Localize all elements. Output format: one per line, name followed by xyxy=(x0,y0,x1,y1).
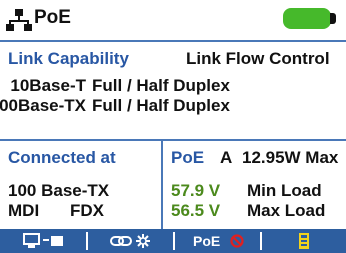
poe-power: 12.95W Max xyxy=(242,148,339,167)
connected-panel: Connected at 100 Base-TX MDI FDX xyxy=(0,141,160,229)
link-blink-icon xyxy=(110,234,150,248)
softkey-cable-test[interactable] xyxy=(0,229,86,253)
battery-icon xyxy=(283,8,331,29)
battery-tip xyxy=(330,13,336,24)
link-speed-10base-t: 10Base-T xyxy=(10,76,86,95)
link-duplex-10base-t: Full / Half Duplex xyxy=(92,76,230,95)
softkey-poe-off[interactable]: PoE xyxy=(175,229,260,253)
softkey-device[interactable] xyxy=(262,229,346,253)
no-symbol-icon xyxy=(230,234,244,248)
cable-test-icon xyxy=(23,233,63,248)
connected-mdi: MDI xyxy=(8,201,40,220)
link-duplex-100base-tx: Full / Half Duplex xyxy=(92,96,230,115)
link-capability-panel: Link Capability Link Flow Control 10Base… xyxy=(0,42,346,139)
poe-min-load-label: Min Load xyxy=(247,181,322,200)
softkey-link-blink[interactable] xyxy=(88,229,173,253)
softkey-poe-label: PoE xyxy=(193,233,221,249)
poe-panel: PoE A 12.95W Max 57.9 V Min Load 56.5 V … xyxy=(163,141,346,229)
poe-min-voltage: 57.9 V xyxy=(171,181,221,200)
connected-at-label: Connected at xyxy=(8,148,116,167)
page-title: PoE xyxy=(34,7,71,28)
device-icon xyxy=(299,233,309,249)
link-speed-100base-tx: 100Base-TX xyxy=(0,96,86,115)
link-capability-label: Link Capability xyxy=(8,49,129,68)
link-flow-control-label: Link Flow Control xyxy=(186,49,330,68)
network-topology-icon xyxy=(6,9,32,31)
poe-label: PoE xyxy=(171,148,205,167)
poe-max-voltage: 56.5 V xyxy=(171,201,221,220)
poe-max-load-label: Max Load xyxy=(247,201,326,220)
connected-speed: 100 Base-TX xyxy=(8,181,110,200)
connected-duplex: FDX xyxy=(70,201,104,220)
poe-pair: A xyxy=(220,148,233,167)
title-bar: PoE xyxy=(0,0,346,40)
softkey-bar: PoE xyxy=(0,229,346,253)
